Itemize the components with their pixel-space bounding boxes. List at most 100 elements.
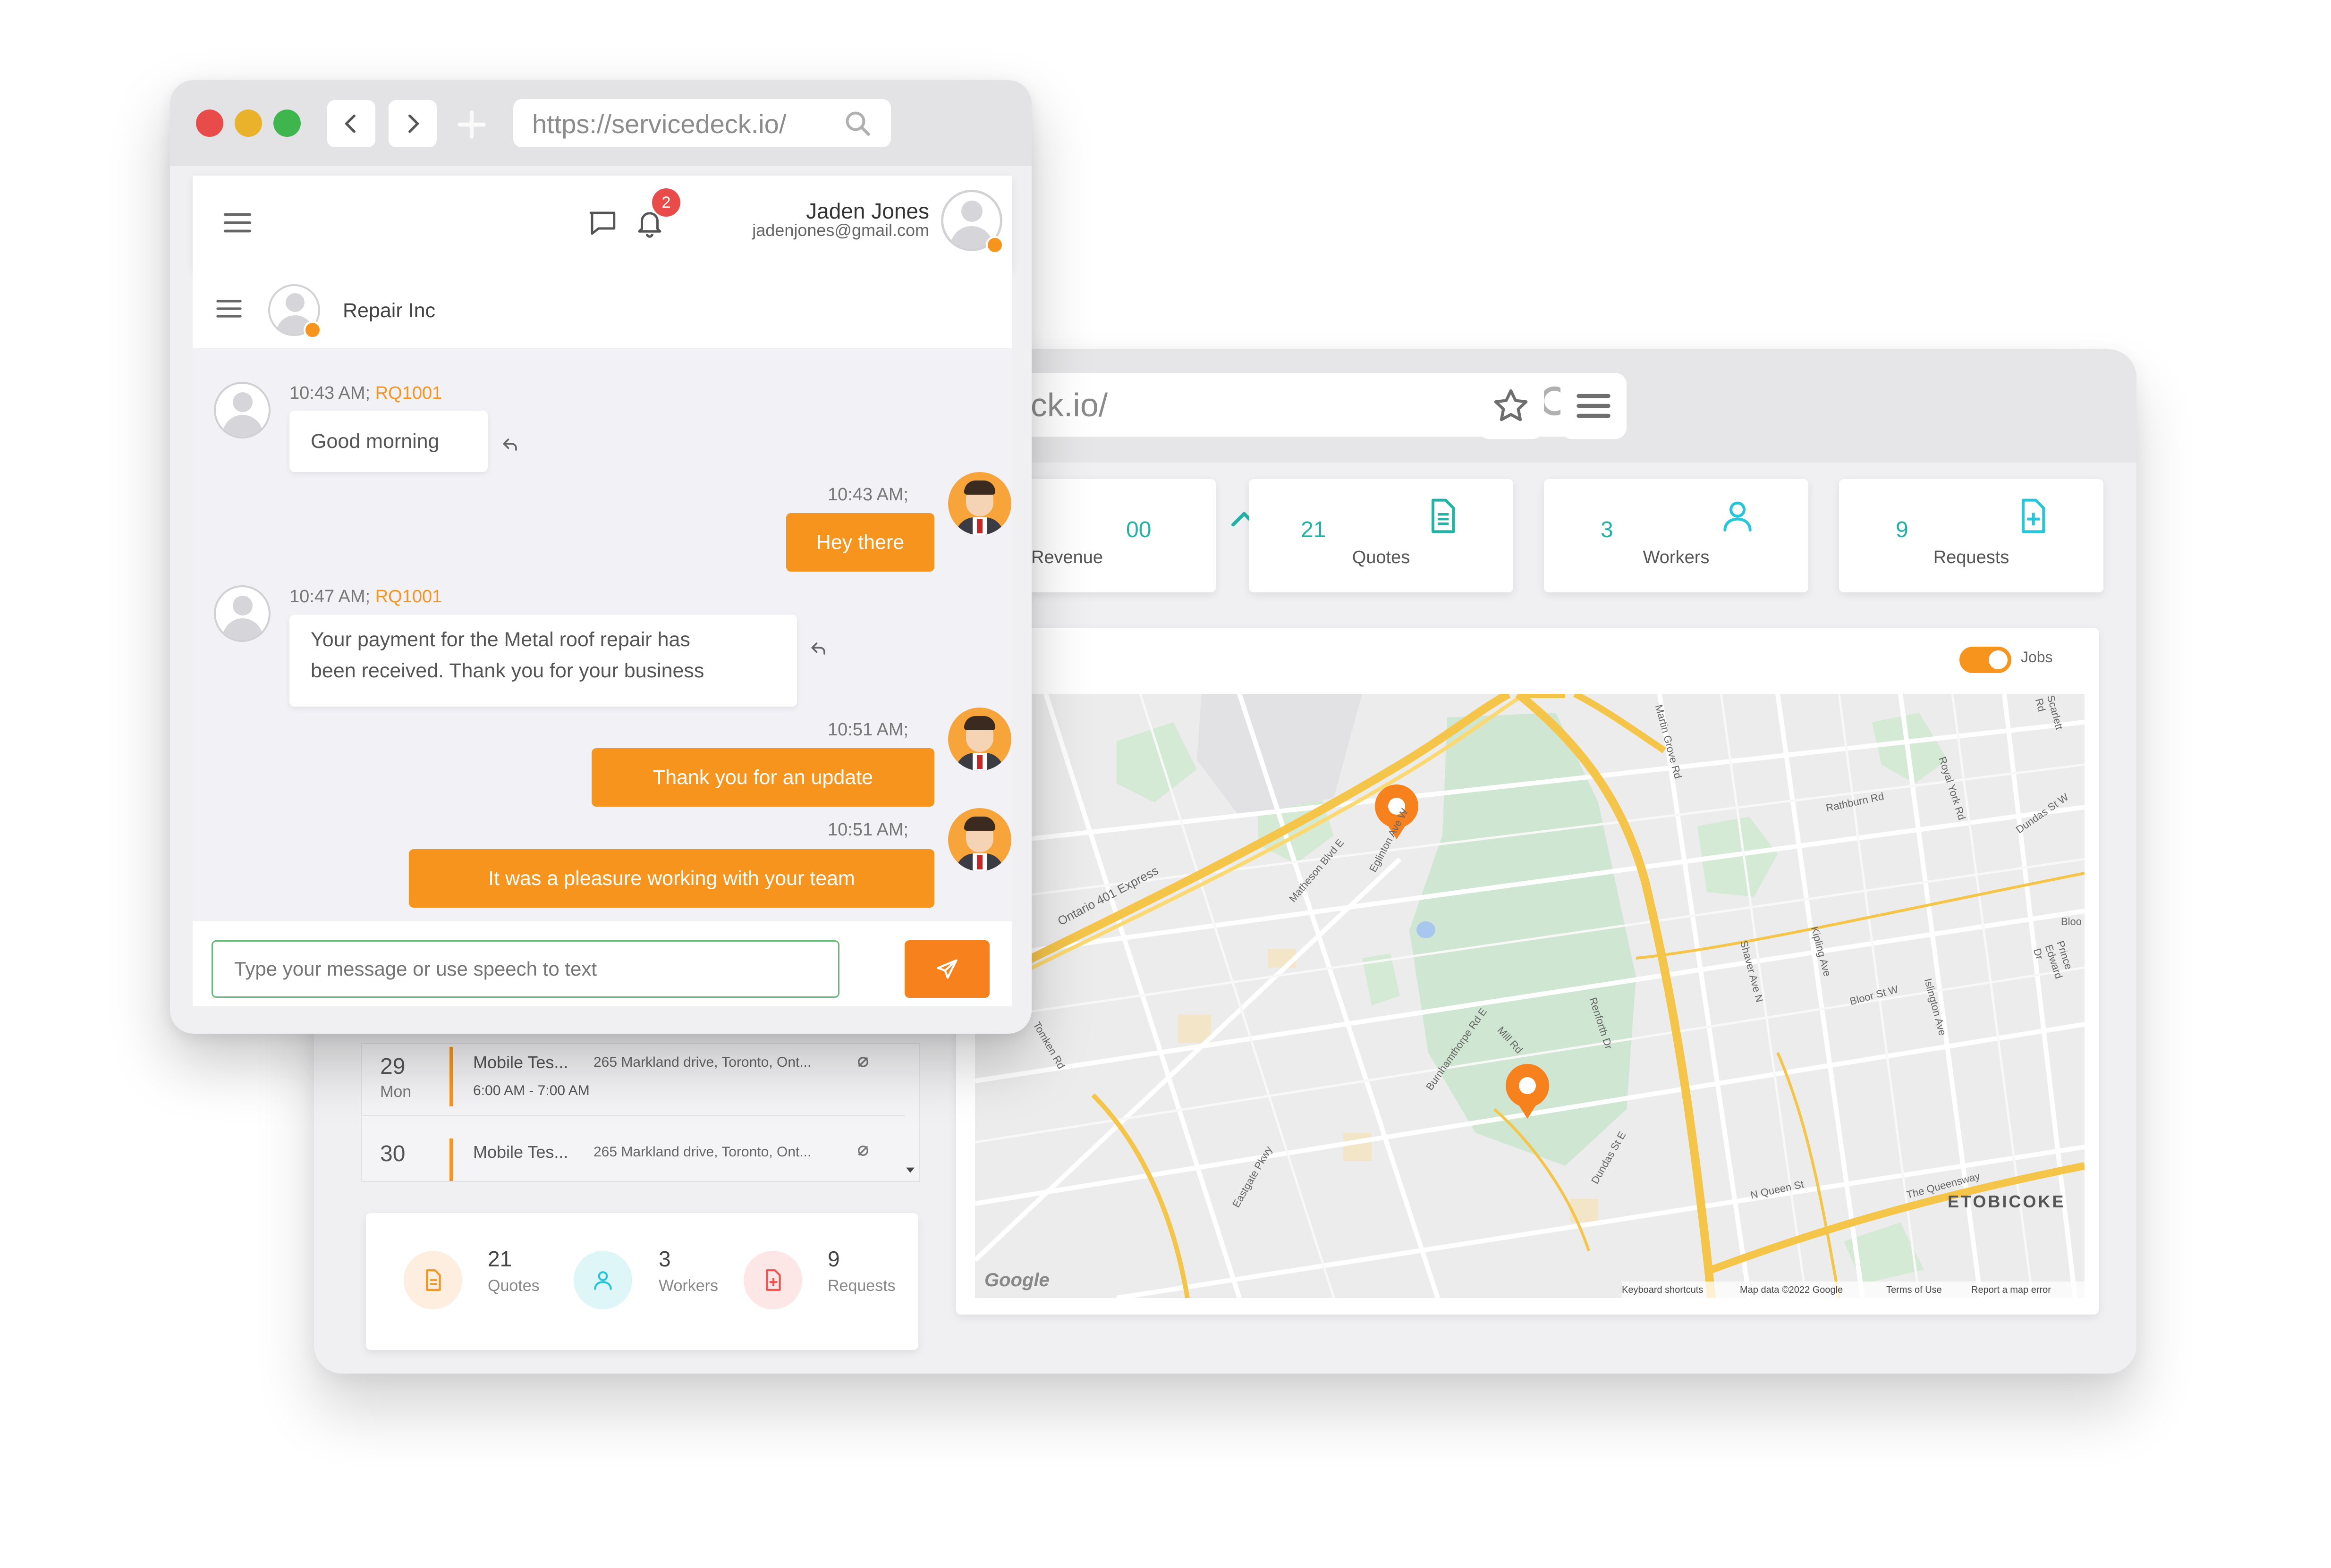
chat-panel: Repair Inc 10:43 AM; RQ1001 Good morning… [193,270,1012,1006]
favorite-button[interactable] [1478,373,1544,439]
schedule-item[interactable]: 29 Mon Mobile Tes... 265 Markland drive,… [362,1044,905,1116]
jobs-toggle-label: Jobs [2021,649,2053,666]
hamburger-icon[interactable] [221,206,254,239]
workers-label: Workers [659,1277,718,1295]
schedule-title: Mobile Tes... [473,1142,568,1162]
contact-status-dot [304,321,322,339]
sender-avatar [214,585,271,642]
message-timestamp: 10:43 AM; RQ1001 [289,383,442,403]
status-dot [986,236,1004,254]
user-icon [594,1271,612,1290]
menu-button[interactable] [1560,373,1627,439]
message-bubble-outgoing: It was a pleasure working with your team [409,849,934,908]
schedule-item[interactable]: 30 Mobile Tes... 265 Markland drive, Tor… [362,1124,905,1181]
my-avatar [948,708,1011,771]
hamburger-icon [1577,394,1611,418]
sync-icon[interactable] [856,1054,871,1070]
hamburger-icon[interactable] [214,294,244,324]
user-name: Jaden Jones [806,199,929,223]
chevron-left-icon [345,114,356,133]
schedule-title: Mobile Tes... [473,1053,568,1072]
map-footer: Keyboard shortcuts Map data ©2022 Google… [1622,1281,2085,1298]
document-icon [1432,498,1455,533]
message-bubble-incoming: Good morning [289,411,488,472]
message-bubble-outgoing: Hey there [786,513,934,572]
schedule-list: 29 Mon Mobile Tes... 265 Markland drive,… [361,1043,920,1182]
workers-badge [574,1251,632,1309]
user-icon [1723,501,1752,531]
stat-value: 00 [1126,517,1152,542]
summary-stats-card: 21 Quotes 3 Workers 9 Requests [366,1213,918,1350]
schedule-accent-bar [449,1138,453,1181]
requests-label: Requests [828,1277,896,1295]
requests-badge [744,1251,802,1309]
contact-name: Repair Inc [343,299,435,322]
stat-label: Requests [1933,548,2009,567]
minimize-window-button[interactable] [235,110,262,137]
workers-count: 3 [659,1247,671,1271]
stat-card-requests[interactable]: 9 Requests [1839,479,2103,592]
stat-card-workers[interactable]: 3 Workers [1544,479,1808,592]
front-toolbar: https://servicedeck.io/ [170,80,1032,166]
messages-icon[interactable] [587,208,618,239]
message-line: Your payment for the Metal roof repair h… [311,628,690,651]
back-nav-button[interactable] [327,100,375,147]
schedule-address: 265 Markland drive, Toronto, Ont... [593,1054,812,1070]
google-logo: Google [984,1270,1050,1290]
front-url-text: https://servicedeck.io/ [532,109,787,139]
schedule-accent-bar [449,1047,453,1106]
jobs-toggle[interactable] [1959,647,2011,673]
search-icon[interactable] [844,110,872,138]
message-bubble-outgoing: Thank you for an update [592,748,934,807]
stat-label: Workers [1643,548,1710,567]
stat-value: 21 [1301,517,1326,542]
close-window-button[interactable] [196,110,223,137]
stat-value: 9 [1896,517,1908,542]
schedule-address: 265 Markland drive, Toronto, Ont... [593,1144,812,1160]
map-view[interactable]: ETOBICOKE Ontario 401 Express Eglinton A… [975,694,2085,1298]
message-bubble-incoming: Your payment for the Metal roof repair h… [289,615,797,707]
map-data-credit: Map data ©2022 Google [1740,1285,1843,1295]
sync-icon[interactable] [856,1143,871,1158]
requests-count: 9 [828,1247,840,1271]
chevron-right-icon [408,114,419,133]
message-timestamp: 10:51 AM; [828,820,909,840]
quotes-count: 21 [488,1247,512,1271]
map-label-bloo: Bloo [2061,916,2082,927]
message-timestamp: 10:47 AM; RQ1001 [289,587,442,607]
sender-avatar [214,382,271,438]
quotes-label: Quotes [488,1277,540,1295]
front-browser-window: https://servicedeck.io/ 2 Jaden Jones ja… [170,80,1032,1034]
my-avatar [948,808,1011,871]
request-tag[interactable]: RQ1001 [375,383,442,403]
keyboard-shortcuts-link[interactable]: Keyboard shortcuts [1622,1285,1703,1296]
notification-badge: 2 [652,188,680,217]
file-plus-icon [2022,498,2045,533]
message-input[interactable] [212,940,839,998]
star-icon [1494,389,1528,422]
new-tab-plus-icon[interactable] [456,109,488,141]
reply-icon[interactable] [500,434,521,455]
my-avatar [948,472,1011,535]
jobs-map-card: Jobs ETOBICOKE Ontario 401 Express Eglin… [956,628,2099,1315]
stat-card-quotes[interactable]: 21 Quotes [1249,479,1513,592]
terms-link[interactable]: Terms of Use [1886,1285,1942,1296]
chat-messages: 10:43 AM; RQ1001 Good morning 10:43 AM; … [193,348,1012,921]
forward-nav-button[interactable] [389,100,437,147]
stat-value: 3 [1601,517,1613,542]
map-canvas [975,694,2085,1298]
scroll-down-arrow-icon[interactable] [905,1164,915,1175]
stat-label: Quotes [1352,548,1410,567]
maximize-window-button[interactable] [273,110,301,137]
app-header: 2 Jaden Jones jadenjones@gmail.com [193,176,1012,270]
send-button[interactable] [905,940,990,998]
report-map-error-link[interactable]: Report a map error [1971,1285,2051,1296]
file-plus-icon [766,1269,781,1291]
message-timestamp: 10:51 AM; [828,720,909,740]
front-url-bar[interactable]: https://servicedeck.io/ [513,99,891,147]
reply-icon[interactable] [809,638,830,659]
request-tag[interactable]: RQ1001 [375,587,442,607]
message-line: been received. Thank you for your busine… [311,659,704,682]
user-email: jadenjones@gmail.com [752,220,929,240]
send-icon [937,959,958,979]
